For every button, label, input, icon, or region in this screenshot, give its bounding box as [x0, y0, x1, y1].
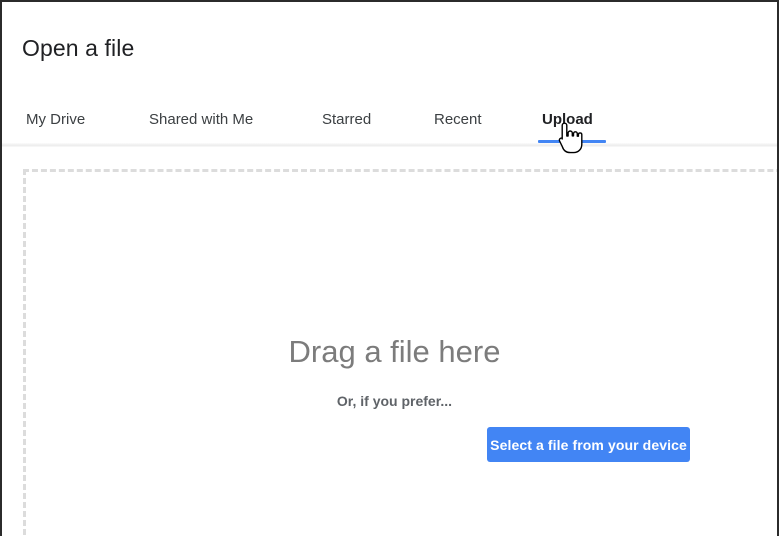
tab-recent[interactable]: Recent	[434, 96, 482, 142]
open-a-file-dialog: Open a file My Drive Shared with Me Star…	[0, 0, 779, 536]
tab-my-drive[interactable]: My Drive	[26, 96, 85, 142]
dropzone-content: Drag a file here Or, if you prefer... Se…	[5, 151, 777, 536]
tab-shared-with-me[interactable]: Shared with Me	[149, 96, 253, 142]
select-file-from-device-button[interactable]: Select a file from your device	[487, 427, 690, 462]
dialog-content: Drag a file here Or, if you prefer... Se…	[2, 148, 777, 536]
dropzone-subtext: Or, if you prefer...	[336, 393, 453, 409]
pointing-hand-cursor-icon	[555, 122, 583, 154]
tab-starred[interactable]: Starred	[322, 96, 371, 142]
page-title: Open a file	[22, 35, 135, 61]
file-dropzone[interactable]: Drag a file here Or, if you prefer... Se…	[23, 169, 777, 536]
dialog-header: Open a file My Drive Shared with Me Star…	[2, 2, 777, 147]
tab-bar: My Drive Shared with Me Starred Recent U…	[2, 96, 777, 145]
drag-file-heading: Drag a file here	[288, 334, 501, 369]
header-divider	[2, 143, 777, 147]
